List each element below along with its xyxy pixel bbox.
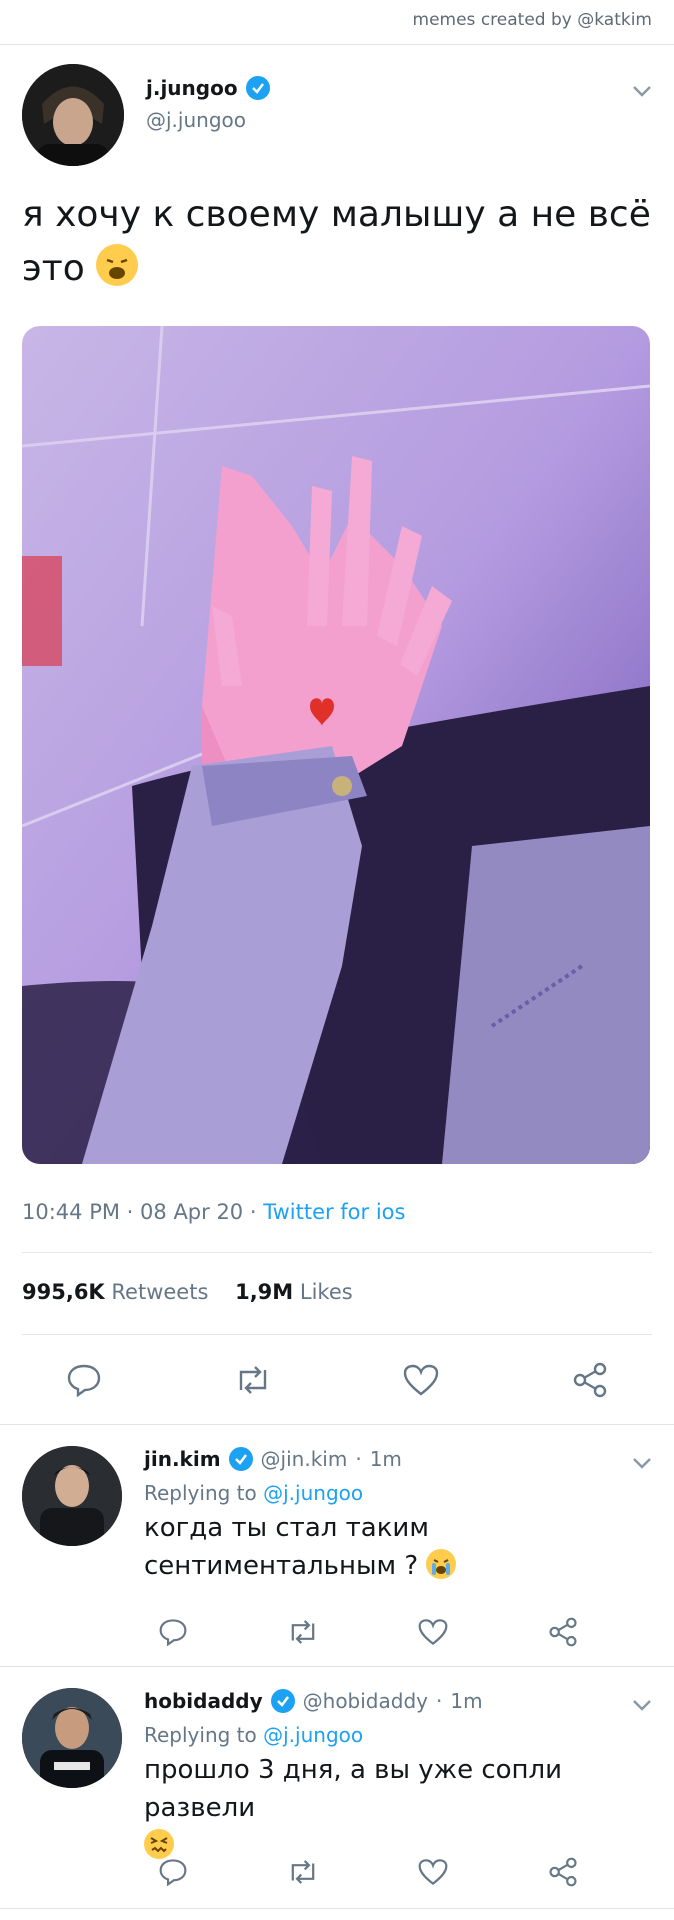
- reply-2: hobidaddy @hobidaddy · 1m Replying to @j…: [144, 1689, 654, 1865]
- reply-actions: [108, 1852, 628, 1892]
- divider: [0, 1424, 674, 1425]
- reply-time: 1m: [450, 1689, 483, 1713]
- divider: [0, 1666, 674, 1667]
- weary-face-icon: [96, 244, 139, 286]
- author-handle[interactable]: @j.jungoo: [146, 108, 270, 132]
- reply-author-handle[interactable]: @hobidaddy: [303, 1689, 428, 1713]
- reply-avatar[interactable]: [22, 1688, 122, 1788]
- retweets-stat[interactable]: 995,6K Retweets: [22, 1280, 208, 1304]
- verified-icon: [270, 1689, 295, 1713]
- top-divider: [0, 44, 674, 45]
- reply-text: прошло 3 дня, а вы уже сопли развели: [144, 1751, 654, 1865]
- share-icon[interactable]: [498, 1852, 628, 1892]
- tweet-actions: [0, 1356, 674, 1404]
- retweet-icon[interactable]: [238, 1612, 368, 1652]
- reply-1: jin.kim @jin.kim · 1m Replying to @j.jun…: [144, 1447, 654, 1585]
- divider: [0, 1908, 674, 1909]
- reply-avatar[interactable]: [22, 1446, 122, 1546]
- verified-icon: [228, 1447, 253, 1471]
- reply-icon[interactable]: [108, 1612, 238, 1652]
- meme-credit: memes created by @katkim: [412, 10, 652, 30]
- replying-to: Replying to @j.jungoo: [144, 1481, 364, 1505]
- retweet-icon[interactable]: [238, 1852, 368, 1892]
- share-icon[interactable]: [498, 1612, 628, 1652]
- tweet-text: я хочу к своему малышу а не всё это: [22, 188, 652, 296]
- replying-to: Replying to @j.jungoo: [144, 1723, 364, 1747]
- likes-stat[interactable]: 1,9M Likes: [235, 1280, 353, 1304]
- crying-face-icon: [426, 1549, 457, 1579]
- reply-icon[interactable]: [108, 1852, 238, 1892]
- reply-text: когда ты стал таким сентиментальным ?: [144, 1509, 654, 1585]
- reply-author-handle[interactable]: @jin.kim: [261, 1447, 348, 1471]
- verified-icon: [245, 76, 270, 100]
- reply-author-name[interactable]: hobidaddy: [144, 1689, 263, 1713]
- tweet-source-link[interactable]: Twitter for ios: [263, 1200, 405, 1224]
- author-name[interactable]: j.jungoo: [146, 76, 238, 100]
- reply-time: 1m: [369, 1447, 402, 1471]
- tweet-date: 08 Apr 20: [140, 1200, 244, 1224]
- tweet-stats: 995,6K Retweets 1,9M Likes: [22, 1280, 353, 1304]
- chevron-down-icon[interactable]: [632, 1456, 652, 1475]
- divider: [22, 1334, 652, 1335]
- tweet-meta: 10:44 PM · 08 Apr 20 · Twitter for ios: [22, 1200, 406, 1224]
- chevron-down-icon[interactable]: [632, 1698, 652, 1717]
- divider: [22, 1252, 652, 1253]
- like-icon[interactable]: [368, 1612, 498, 1652]
- author-avatar[interactable]: [22, 64, 124, 166]
- like-icon[interactable]: [368, 1852, 498, 1892]
- tweet-photo[interactable]: [22, 326, 650, 1164]
- share-icon[interactable]: [506, 1356, 674, 1404]
- replying-to-link[interactable]: @j.jungoo: [263, 1723, 363, 1747]
- like-icon[interactable]: [337, 1356, 506, 1404]
- tweet-time: 10:44 PM: [22, 1200, 120, 1224]
- reply-actions: [108, 1612, 628, 1652]
- replying-to-link[interactable]: @j.jungoo: [263, 1481, 363, 1505]
- reply-author-name[interactable]: jin.kim: [144, 1447, 221, 1471]
- reply-icon[interactable]: [0, 1356, 169, 1404]
- chevron-down-icon[interactable]: [632, 84, 652, 103]
- author-block: j.jungoo @j.jungoo: [146, 76, 270, 132]
- retweet-icon[interactable]: [169, 1356, 338, 1404]
